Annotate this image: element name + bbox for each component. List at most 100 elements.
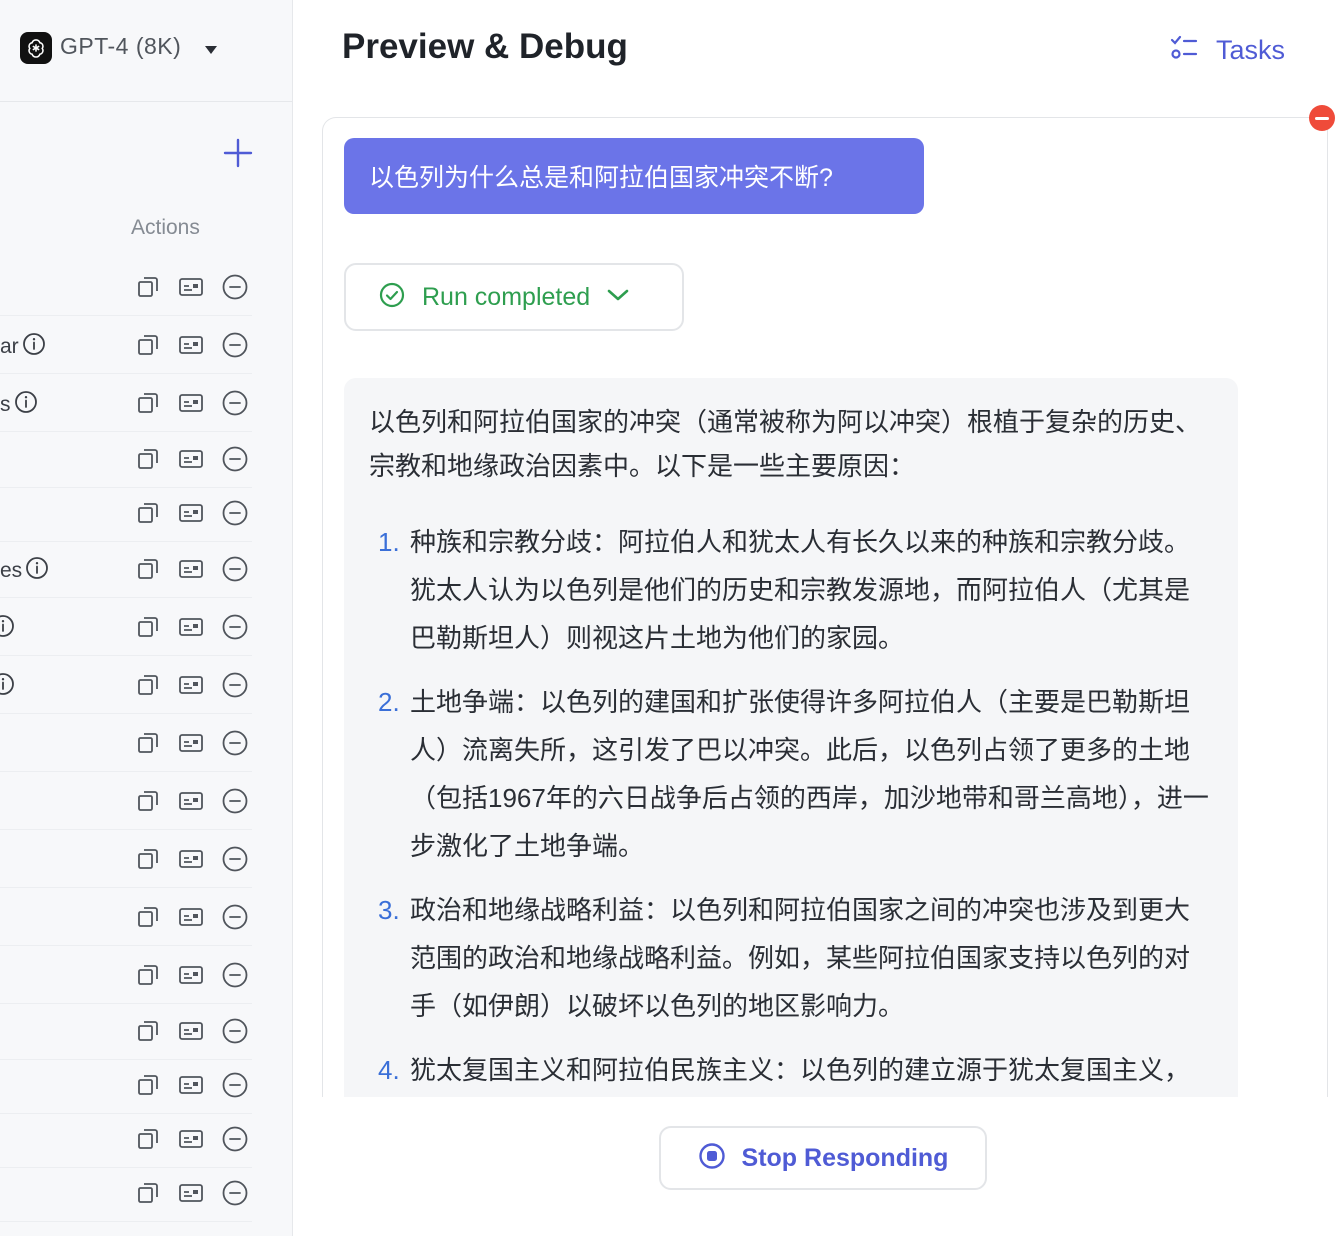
action-row: [0, 260, 252, 316]
edit-card-icon[interactable]: [178, 904, 204, 930]
info-icon[interactable]: [25, 556, 49, 586]
edit-card-icon[interactable]: [178, 846, 204, 872]
list-number: 2.: [378, 687, 400, 717]
user-message-bubble: 以色列为什么总是和阿拉伯国家冲突不断?: [344, 138, 924, 214]
edit-card-icon[interactable]: [178, 274, 204, 300]
edit-card-icon[interactable]: [178, 672, 204, 698]
action-row: [0, 832, 252, 888]
run-status-label: Run completed: [422, 282, 591, 311]
remove-icon[interactable]: [1309, 105, 1335, 131]
chevron-down-icon[interactable]: [205, 42, 217, 60]
tasks-label: Tasks: [1216, 34, 1286, 65]
remove-circle-icon[interactable]: [222, 846, 248, 872]
copy-icon[interactable]: [135, 1072, 161, 1098]
edit-card-icon[interactable]: [178, 556, 204, 582]
info-icon[interactable]: [0, 672, 15, 702]
action-row: [0, 658, 252, 714]
copy-icon[interactable]: [135, 1018, 161, 1044]
list-number: 1.: [378, 527, 400, 557]
copy-icon[interactable]: [135, 1180, 161, 1206]
copy-icon[interactable]: [135, 1126, 161, 1152]
remove-circle-icon[interactable]: [222, 1180, 248, 1206]
copy-icon[interactable]: [135, 614, 161, 640]
edit-card-icon[interactable]: [178, 730, 204, 756]
remove-circle-icon[interactable]: [222, 730, 248, 756]
check-circle-icon: [379, 282, 405, 313]
actions-column-header: Actions: [131, 216, 200, 239]
remove-circle-icon[interactable]: [222, 274, 248, 300]
action-row: [0, 600, 252, 656]
answer-list-item: 1. 种族和宗教分歧：阿拉伯人和犹太人有长久以来的种族和宗教分歧。犹太人认为以色列…: [369, 518, 1214, 662]
remove-circle-icon[interactable]: [222, 446, 248, 472]
edit-card-icon[interactable]: [178, 1126, 204, 1152]
copy-icon[interactable]: [135, 846, 161, 872]
answer-list: 1. 种族和宗教分歧：阿拉伯人和犹太人有长久以来的种族和宗教分歧。犹太人认为以色列…: [369, 518, 1214, 1097]
remove-circle-icon[interactable]: [222, 500, 248, 526]
copy-icon[interactable]: [135, 788, 161, 814]
edit-card-icon[interactable]: [178, 962, 204, 988]
edit-card-icon[interactable]: [178, 1180, 204, 1206]
run-status-dropdown[interactable]: Run completed: [344, 263, 684, 331]
remove-circle-icon[interactable]: [222, 1126, 248, 1152]
copy-icon[interactable]: [135, 962, 161, 988]
remove-circle-icon[interactable]: [222, 332, 248, 358]
copy-icon[interactable]: [135, 730, 161, 756]
info-icon[interactable]: [14, 390, 38, 420]
list-text: 土地争端：以色列的建国和扩张使得许多阿拉伯人（主要是巴勒斯坦人）流离失所，这引发…: [410, 687, 1209, 861]
action-row: [0, 948, 252, 1004]
left-panel: GPT-4 (8K) Actions ar s es: [0, 0, 293, 1236]
copy-icon[interactable]: [135, 500, 161, 526]
action-row: [0, 1112, 252, 1168]
row-label: s: [0, 390, 38, 420]
remove-circle-icon[interactable]: [222, 904, 248, 930]
answer-list-item: 4. 犹太复国主义和阿拉伯民族主义：以色列的建立源于犹太复国主义，而阿拉伯民族主义…: [369, 1046, 1214, 1097]
model-selector-bar: GPT-4 (8K): [0, 0, 292, 102]
stop-icon: [698, 1142, 726, 1175]
edit-card-icon[interactable]: [178, 446, 204, 472]
row-label: ar: [0, 332, 46, 362]
row-label-text: ar: [0, 335, 19, 358]
stop-responding-label: Stop Responding: [741, 1143, 949, 1172]
remove-circle-icon[interactable]: [222, 788, 248, 814]
edit-card-icon[interactable]: [178, 500, 204, 526]
copy-icon[interactable]: [135, 904, 161, 930]
remove-circle-icon[interactable]: [222, 962, 248, 988]
row-label-text: es: [0, 559, 23, 582]
copy-icon[interactable]: [135, 446, 161, 472]
remove-circle-icon[interactable]: [222, 390, 248, 416]
remove-circle-icon[interactable]: [222, 556, 248, 582]
info-icon[interactable]: [22, 332, 46, 362]
edit-card-icon[interactable]: [178, 390, 204, 416]
copy-icon[interactable]: [135, 556, 161, 582]
edit-card-icon[interactable]: [178, 1072, 204, 1098]
row-label-text: s: [0, 393, 11, 416]
action-row: es: [0, 542, 252, 598]
action-row: [0, 432, 252, 488]
copy-icon[interactable]: [135, 390, 161, 416]
edit-card-icon[interactable]: [178, 788, 204, 814]
row-label: [0, 614, 15, 644]
add-plus-icon[interactable]: [222, 137, 254, 169]
edit-card-icon[interactable]: [178, 1018, 204, 1044]
copy-icon[interactable]: [135, 332, 161, 358]
action-row: ar: [0, 318, 252, 374]
action-row: [0, 774, 252, 830]
remove-circle-icon[interactable]: [222, 1072, 248, 1098]
tasks-button[interactable]: Tasks: [1170, 30, 1285, 70]
answer-list-item: 3. 政治和地缘战略利益：以色列和阿拉伯国家之间的冲突也涉及到更大范围的政治和地缘…: [369, 886, 1214, 1030]
copy-icon[interactable]: [135, 274, 161, 300]
edit-card-icon[interactable]: [178, 614, 204, 640]
remove-circle-icon[interactable]: [222, 672, 248, 698]
remove-circle-icon[interactable]: [222, 614, 248, 640]
model-name[interactable]: GPT-4 (8K): [60, 33, 181, 60]
tasks-icon: [1170, 33, 1198, 68]
stop-responding-button[interactable]: Stop Responding: [659, 1126, 987, 1190]
remove-circle-icon[interactable]: [222, 1018, 248, 1044]
copy-icon[interactable]: [135, 672, 161, 698]
action-row: [0, 1058, 252, 1114]
info-icon[interactable]: [0, 614, 15, 644]
list-text: 政治和地缘战略利益：以色列和阿拉伯国家之间的冲突也涉及到更大范围的政治和地缘战略…: [410, 895, 1191, 1021]
edit-card-icon[interactable]: [178, 332, 204, 358]
chat-container[interactable]: 以色列为什么总是和阿拉伯国家冲突不断? Run completed 以色列和阿拉…: [322, 117, 1328, 1097]
assistant-answer: 以色列和阿拉伯国家的冲突（通常被称为阿以冲突）根植于复杂的历史、宗教和地缘政治因…: [344, 378, 1238, 1097]
